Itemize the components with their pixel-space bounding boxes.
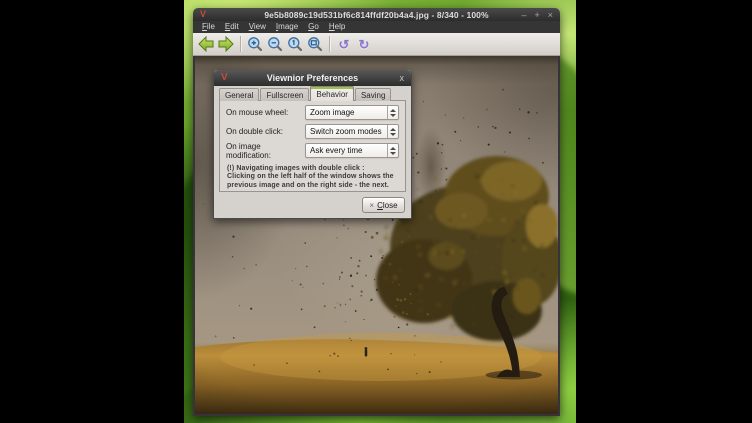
mouse-wheel-label: On mouse wheel: <box>226 108 305 117</box>
toolbar-separator <box>240 36 241 52</box>
zoom-in-button[interactable] <box>245 35 265 54</box>
up-arrow-icon <box>390 109 396 112</box>
double-click-dropdown[interactable]: Switch zoom modes <box>305 124 399 139</box>
tab-fullscreen[interactable]: Fullscreen <box>260 88 309 101</box>
menu-file[interactable]: File <box>197 21 220 33</box>
note-line-3: previous image and on the right side - t… <box>227 182 398 190</box>
arrow-right-icon <box>217 36 235 52</box>
image-modification-label: On image modification: <box>226 142 305 160</box>
dialog-action-area: × Close <box>214 192 411 218</box>
tab-saving[interactable]: Saving <box>355 88 391 101</box>
dropdown-spinner-icon <box>387 125 398 138</box>
rotate-left-button[interactable]: ↺ <box>334 35 354 54</box>
maximize-button[interactable]: + <box>534 10 539 20</box>
dialog-close-button[interactable]: x <box>400 72 405 84</box>
double-click-row: On double click: Switch zoom modes <box>226 124 399 139</box>
zoom-fit-icon <box>307 36 323 52</box>
menu-edit[interactable]: Edit <box>220 21 244 33</box>
preferences-dialog: V Viewnior Preferences x General Fullscr… <box>213 70 412 219</box>
note-line-1: (!) Navigating images with double click … <box>227 165 398 173</box>
double-click-value: Switch zoom modes <box>306 125 387 138</box>
close-button[interactable]: × <box>548 10 553 20</box>
down-arrow-icon <box>390 152 396 155</box>
viewnior-dialog-icon: V <box>221 72 228 84</box>
dropdown-spinner-icon <box>387 106 398 119</box>
dialog-title: Viewnior Preferences <box>214 73 411 83</box>
screen: V 9e5b8089c19d531bf6c814ffdf20b4a4.jpg -… <box>0 0 752 423</box>
behavior-tab-panel: On mouse wheel: Zoom image On double cli… <box>219 100 406 192</box>
zoom-normal-icon <box>287 36 303 52</box>
tab-general[interactable]: General <box>219 88 259 101</box>
preferences-tabs: General Fullscreen Behavior Saving <box>219 86 411 101</box>
rotate-right-button[interactable]: ↻ <box>354 35 374 54</box>
window-titlebar[interactable]: V 9e5b8089c19d531bf6c814ffdf20b4a4.jpg -… <box>193 8 560 21</box>
up-arrow-icon <box>390 128 396 131</box>
minimize-button[interactable]: – <box>521 10 526 20</box>
image-modification-value: Ask every time <box>306 144 387 157</box>
dialog-titlebar[interactable]: V Viewnior Preferences x <box>214 70 411 86</box>
dropdown-spinner-icon <box>387 144 398 157</box>
up-arrow-icon <box>390 147 396 150</box>
menu-view[interactable]: View <box>244 21 271 33</box>
mouse-wheel-value: Zoom image <box>306 106 387 119</box>
menu-help[interactable]: Help <box>324 21 350 33</box>
tab-behavior[interactable]: Behavior <box>310 86 354 101</box>
zoom-in-icon <box>247 36 263 52</box>
rotate-right-icon: ↻ <box>359 37 370 52</box>
distant-figure <box>365 347 368 356</box>
viewnior-app-icon: V <box>200 9 206 20</box>
down-arrow-icon <box>390 114 396 117</box>
next-image-button[interactable] <box>216 35 236 54</box>
image-modification-dropdown[interactable]: Ask every time <box>305 143 399 158</box>
toolbar: ↺ ↻ <box>193 33 560 56</box>
mouse-wheel-dropdown[interactable]: Zoom image <box>305 105 399 120</box>
menu-image[interactable]: Image <box>271 21 303 33</box>
down-arrow-icon <box>390 133 396 136</box>
previous-image-button[interactable] <box>196 35 216 54</box>
best-fit-button[interactable] <box>305 35 325 54</box>
menubar: File Edit View Image Go Help <box>193 21 560 33</box>
close-dialog-button[interactable]: × Close <box>362 197 405 213</box>
note-line-2: Clicking on the left half of the window … <box>227 173 398 181</box>
image-modification-row: On image modification: Ask every time <box>226 143 399 158</box>
double-click-note: (!) Navigating images with double click … <box>226 162 399 190</box>
normal-size-button[interactable] <box>285 35 305 54</box>
close-button-label: Close <box>377 201 397 210</box>
window-title: 9e5b8089c19d531bf6c814ffdf20b4a4.jpg - 8… <box>193 10 560 20</box>
rotate-left-icon: ↺ <box>339 37 350 52</box>
zoom-out-button[interactable] <box>265 35 285 54</box>
close-x-icon: × <box>369 201 374 210</box>
double-click-label: On double click: <box>226 127 305 136</box>
zoom-out-icon <box>267 36 283 52</box>
arrow-left-icon <box>197 36 215 52</box>
toolbar-separator <box>329 36 330 52</box>
menu-go[interactable]: Go <box>303 21 324 33</box>
mouse-wheel-row: On mouse wheel: Zoom image <box>226 105 399 120</box>
